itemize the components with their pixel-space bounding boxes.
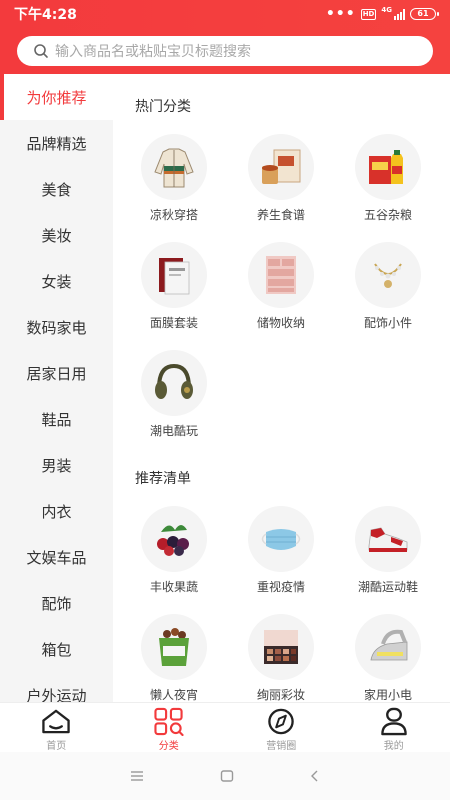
sidebar-item-shoes[interactable]: 鞋品 [0, 396, 113, 442]
category-label: 潮酷运动鞋 [357, 580, 418, 594]
category-item[interactable]: 丰收果蔬 [121, 506, 227, 606]
category-label: 面膜套装 [149, 316, 198, 330]
category-item[interactable]: 潮酷运动鞋 [335, 506, 441, 606]
sidebar-item-recommend[interactable]: 为你推荐 [0, 74, 113, 120]
battery-icon: 61 [410, 8, 439, 20]
category-item[interactable]: 重视疫情 [228, 506, 334, 606]
category-item[interactable]: 潮电酷玩 [121, 350, 227, 450]
sidebar-item-women[interactable]: 女装 [0, 258, 113, 304]
category-label: 凉秋穿搭 [149, 208, 198, 222]
sidebar-item-bags[interactable]: 箱包 [0, 626, 113, 672]
category-item[interactable]: 面膜套装 [121, 242, 227, 342]
search-icon [34, 44, 48, 58]
category-label: 丰收果蔬 [149, 580, 198, 594]
category-item[interactable]: 凉秋穿搭 [121, 134, 227, 234]
menu-icon[interactable] [130, 767, 144, 786]
headphones-icon [141, 350, 207, 416]
tab-category[interactable]: 分类 [113, 703, 226, 752]
tab-marketing[interactable]: 营销圈 [225, 703, 338, 752]
sidebar-item-home[interactable]: 居家日用 [0, 350, 113, 396]
category-sidebar: 为你推荐 品牌精选 美食 美妆 女装 数码家电 居家日用 鞋品 男装 内衣 文娱… [0, 74, 113, 702]
sidebar-item-accessories[interactable]: 配饰 [0, 580, 113, 626]
drawer-icon [248, 242, 314, 308]
status-time: 下午4:28 [14, 7, 77, 23]
grain-oil-icon [355, 134, 421, 200]
tea-box-icon [248, 134, 314, 200]
category-label: 储物收纳 [256, 316, 305, 330]
category-label: 重视疫情 [256, 580, 305, 594]
category-label: 五谷杂粮 [363, 208, 412, 222]
bracelet-icon [355, 242, 421, 308]
jacket-icon [141, 134, 207, 200]
category-label: 潮电酷玩 [149, 424, 198, 438]
berries-icon [141, 506, 207, 572]
face-mask-icon [248, 506, 314, 572]
sneaker-icon [355, 506, 421, 572]
tab-label: 营销圈 [266, 741, 297, 752]
category-item[interactable]: 懒人夜宵 [121, 614, 227, 702]
profile-icon [380, 707, 407, 736]
category-icon [154, 707, 184, 736]
category-label: 懒人夜宵 [149, 688, 198, 702]
category-label: 养生食谱 [256, 208, 305, 222]
tab-label: 分类 [158, 741, 179, 752]
sidebar-item-entertainment[interactable]: 文娱车品 [0, 534, 113, 580]
iron-icon [355, 614, 421, 680]
tab-profile[interactable]: 我的 [338, 703, 450, 752]
category-label: 配饰小件 [363, 316, 412, 330]
tab-label: 首页 [46, 741, 67, 752]
sidebar-item-brand[interactable]: 品牌精选 [0, 120, 113, 166]
status-icons: ••• HD 4G 61 [325, 6, 439, 22]
network-label: 4G [381, 6, 392, 14]
hd-icon: HD [360, 8, 377, 20]
tab-home[interactable]: 首页 [0, 703, 113, 752]
status-bar: 下午4:28 ••• HD 4G 61 [0, 0, 450, 28]
snack-bucket-icon [141, 614, 207, 680]
category-item[interactable]: 储物收纳 [228, 242, 334, 342]
mask-box-icon [141, 242, 207, 308]
more-dots-icon: ••• [325, 6, 356, 22]
back-icon[interactable] [310, 767, 320, 786]
sidebar-item-food[interactable]: 美食 [0, 166, 113, 212]
sidebar-item-men[interactable]: 男装 [0, 442, 113, 488]
category-item[interactable]: 五谷杂粮 [335, 134, 441, 234]
sidebar-item-digital[interactable]: 数码家电 [0, 304, 113, 350]
sidebar-item-underwear[interactable]: 内衣 [0, 488, 113, 534]
category-label: 绚丽彩妆 [256, 688, 305, 702]
category-label: 家用小电 [363, 688, 412, 702]
header: 下午4:28 ••• HD 4G 61 输入商品名或粘贴宝贝标题搜索 [0, 0, 450, 74]
bottom-tab-bar: 首页 分类 营销圈 我的 [0, 702, 450, 752]
home-icon [42, 709, 70, 734]
home-square-icon[interactable] [220, 767, 234, 786]
search-placeholder: 输入商品名或粘贴宝贝标题搜索 [55, 44, 251, 60]
sidebar-item-beauty[interactable]: 美妆 [0, 212, 113, 258]
category-item[interactable]: 家用小电 [335, 614, 441, 702]
tab-label: 我的 [383, 741, 404, 752]
section-title-hot: 热门分类 [135, 99, 191, 115]
compass-icon [268, 708, 295, 735]
system-nav-bar [0, 752, 450, 800]
category-item[interactable]: 绚丽彩妆 [228, 614, 334, 702]
eyeshadow-icon [248, 614, 314, 680]
category-item[interactable]: 配饰小件 [335, 242, 441, 342]
category-content: 热门分类 凉秋穿搭 养生食谱 五谷杂粮 面膜套装 储物收纳 配饰小件 潮电酷玩 … [113, 74, 450, 702]
section-title-recommend: 推荐清单 [135, 471, 191, 487]
search-input[interactable]: 输入商品名或粘贴宝贝标题搜索 [17, 36, 433, 66]
signal-icon [394, 8, 405, 20]
category-item[interactable]: 养生食谱 [228, 134, 334, 234]
sidebar-item-outdoor[interactable]: 户外运动 [0, 672, 113, 703]
